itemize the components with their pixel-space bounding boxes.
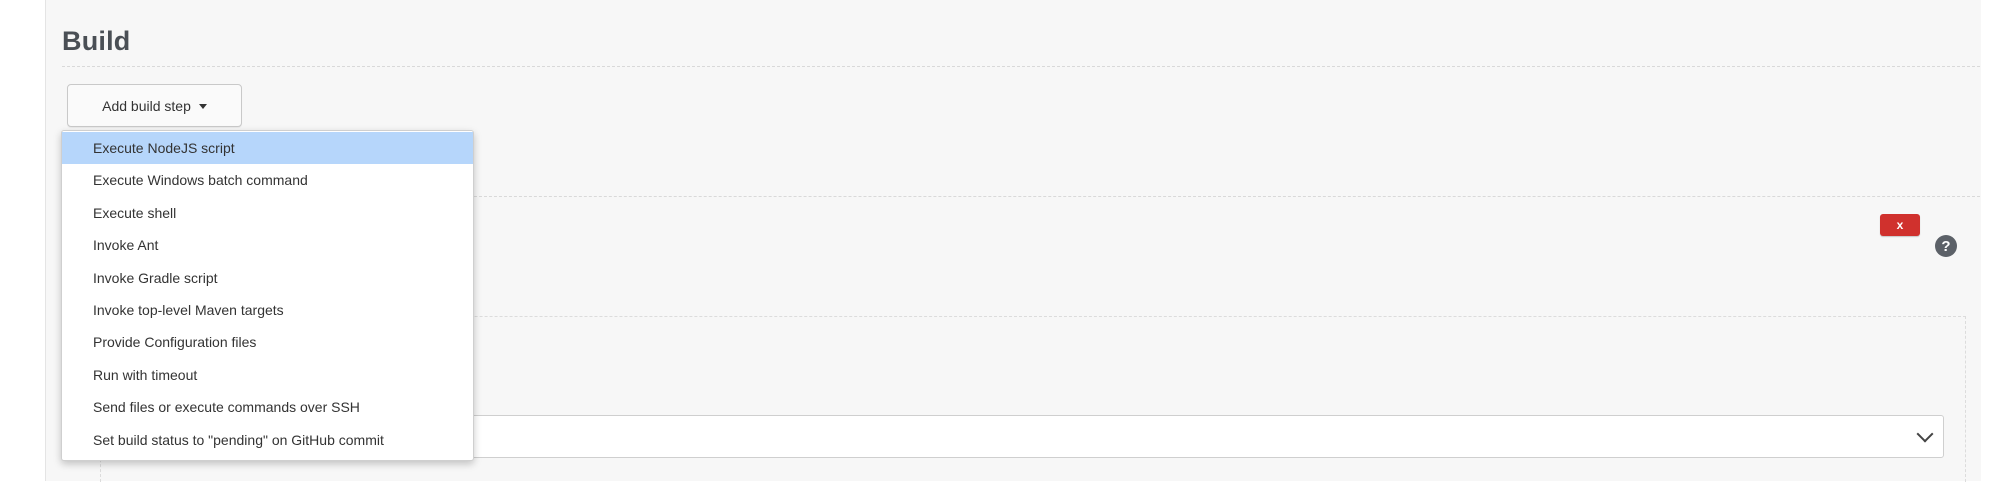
menu-item[interactable]: Run with timeout bbox=[62, 359, 473, 391]
menu-item[interactable]: Invoke top-level Maven targets bbox=[62, 294, 473, 326]
add-build-step-label: Add build step bbox=[102, 97, 191, 114]
help-icon[interactable]: ? bbox=[1935, 235, 1957, 257]
menu-item[interactable]: Execute Windows batch command bbox=[62, 164, 473, 196]
step-divider bbox=[474, 196, 1980, 197]
menu-item[interactable]: Set build status to "pending" on GitHub … bbox=[62, 424, 473, 456]
menu-item[interactable]: Invoke Ant bbox=[62, 229, 473, 261]
menu-item[interactable]: Invoke Gradle script bbox=[62, 262, 473, 294]
section-divider bbox=[62, 66, 1980, 67]
add-build-step-button[interactable]: Add build step bbox=[67, 84, 242, 127]
menu-item[interactable]: Execute NodeJS script bbox=[62, 132, 473, 165]
caret-down-icon bbox=[198, 104, 207, 109]
build-step-menu: Execute NodeJS script Execute Windows ba… bbox=[61, 130, 474, 461]
section-title: Build bbox=[62, 26, 131, 56]
menu-item[interactable]: Send files or execute commands over SSH bbox=[62, 391, 473, 423]
menu-item[interactable]: Provide Configuration files bbox=[62, 326, 473, 358]
delete-step-button[interactable]: x bbox=[1880, 214, 1920, 236]
chevron-down-icon bbox=[1916, 425, 1934, 443]
menu-item[interactable]: Execute shell bbox=[62, 197, 473, 229]
